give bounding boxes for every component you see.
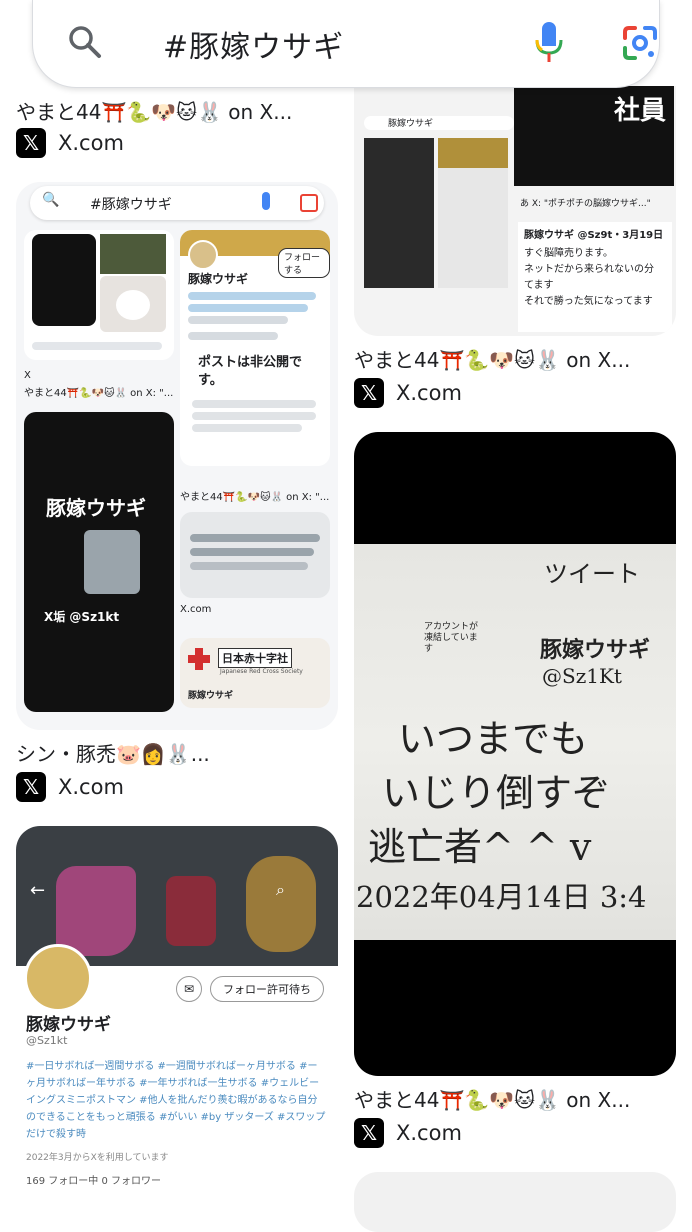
mini-tweet-line: すぐ脳障売ります。 xyxy=(524,248,613,259)
mini-tweet: 豚嫁ウサギ @Sz9t・3月19日 すぐ脳障売ります。 ネットだから来られないの… xyxy=(518,222,672,332)
back-arrow-icon: ← xyxy=(30,880,46,901)
mini-lens-icon xyxy=(300,194,318,212)
mini-search-icon: 🔍 xyxy=(42,192,60,208)
result-source[interactable]: 𝕏 X.com xyxy=(16,128,124,158)
photo-date: 2022年04月14日 3:4 xyxy=(356,880,647,914)
tweet-heading: ツイート xyxy=(544,560,640,588)
search-input[interactable]: #豚嫁ウサギ xyxy=(163,22,344,66)
mini-source-xcom: X.com xyxy=(180,604,212,615)
x-logo-icon: 𝕏 xyxy=(16,772,46,802)
result-caption[interactable]: やまと44⛩️🐍🐶🐱🐰 on X... xyxy=(354,344,676,373)
mini-tweet-line: ネットだから来られないの分 xyxy=(524,264,654,275)
follow-pending-button: フォロー許可待ち xyxy=(210,976,324,1002)
result-thumbnail[interactable] xyxy=(354,1172,676,1232)
mini-post-panel xyxy=(438,138,508,288)
result-source[interactable]: 𝕏 X.com xyxy=(354,1118,462,1148)
red-cross-sub: Japanese Red Cross Society xyxy=(220,668,303,675)
mini-thumb-redcross: 日本赤十字社 Japanese Red Cross Society 豚嫁ウサギ xyxy=(180,638,330,708)
mini-big-shirt: 豚嫁ウサギ X垢 @Sz1kt xyxy=(24,412,174,712)
mini-thumb-profile: フォローする 豚嫁ウサギ ポストは非公開です。 xyxy=(180,230,330,466)
result-caption[interactable]: やまと44⛩️🐍🐶🐱🐰 on X... xyxy=(354,1084,676,1113)
mini-tweet-line: それで勝った気になってます xyxy=(524,296,653,307)
result-thumbnail[interactable]: 豚嫁ウサギ 社員 あ X: "ポチポチの脳嫁ウサギ..." 豚嫁ウサギ @Sz9… xyxy=(354,86,676,336)
profile-joined: 2022年3月からXを利用しています xyxy=(26,1153,169,1163)
x-logo-icon: 𝕏 xyxy=(354,1118,384,1148)
profile-handle: @Sz1kt xyxy=(26,1034,68,1047)
mini-profile-name: 豚嫁ウサギ xyxy=(188,272,249,286)
mini-posts-private: ポストは非公開です。 xyxy=(198,355,303,388)
result-source[interactable]: 𝕏 X.com xyxy=(354,378,462,408)
mini-profile-footer: 豚嫁ウサギ xyxy=(188,691,234,701)
printout-photo: ツイート アカウントが凍結しています 豚嫁ウサギ @Sz1Kt いつまでも いじ… xyxy=(354,544,676,940)
mini-newspaper xyxy=(364,138,434,288)
mini-black-poster: 社員 xyxy=(514,86,674,186)
mini-caption-a: やまと44⛩️🐍🐶🐱🐰 on X: "... xyxy=(24,388,174,399)
x-logo-icon: 𝕏 xyxy=(16,128,46,158)
mini-search-query: #豚嫁ウサギ xyxy=(90,197,172,213)
photo-profile-handle: @Sz1Kt xyxy=(542,664,622,688)
red-cross-label: 日本赤十字社 xyxy=(218,648,292,668)
mini-photo xyxy=(100,234,166,274)
search-bar[interactable]: #豚嫁ウサギ xyxy=(32,0,660,88)
profile-stats: 169 フォロー中 0 フォロワー xyxy=(26,1176,161,1187)
mini-post-caption: あ X: "ポチポチの脳嫁ウサギ..." xyxy=(520,199,651,209)
mini-thumb-shirt-rabbit xyxy=(24,230,174,360)
mini-rabbit-photo xyxy=(100,276,166,332)
photo-line-2: いじり倒すぞ xyxy=(382,771,611,815)
source-name: X.com xyxy=(58,775,124,799)
header-search-icon: ⌕ xyxy=(276,880,285,899)
shirt-title: 豚嫁ウサギ xyxy=(46,496,146,520)
mini-search-bar: 豚嫁ウサギ xyxy=(364,116,514,130)
mini-follow-button: フォローする xyxy=(278,248,330,278)
photo-profile-name: 豚嫁ウサギ xyxy=(540,637,651,663)
mini-tweet-line: てます xyxy=(524,280,554,291)
result-caption[interactable]: シン・豚禿🐷👩🐰... xyxy=(16,738,334,767)
microphone-icon[interactable] xyxy=(533,20,565,64)
search-icon[interactable] xyxy=(67,24,103,60)
message-icon: ✉ xyxy=(176,976,202,1002)
profile-name: 豚嫁ウサギ xyxy=(26,1015,111,1035)
account-suspended-note: アカウントが凍結しています xyxy=(424,622,479,654)
source-name: X.com xyxy=(396,381,462,405)
result-caption[interactable]: やまと44⛩️🐍🐶🐱🐰 on X... xyxy=(16,96,334,125)
x-logo-icon: 𝕏 xyxy=(354,378,384,408)
mini-thumb-post xyxy=(180,512,330,598)
shirt-photo xyxy=(84,530,140,594)
result-thumbnail[interactable]: ← ⌕ ✉ フォロー許可待ち 豚嫁ウサギ @Sz1kt #一日サボれば一週間サボ… xyxy=(16,826,338,1196)
profile-bio: #一日サボれば一週間サボる #一週間サボればーヶ月サボる #ーヶ月サボればー年サ… xyxy=(26,1061,326,1140)
mini-tweet-author: 豚嫁ウサギ @Sz9t・3月19日 xyxy=(524,230,664,241)
google-lens-icon[interactable] xyxy=(621,24,659,62)
source-name: X.com xyxy=(396,1121,462,1145)
source-name: X.com xyxy=(58,131,124,155)
result-thumbnail[interactable]: 🔍 #豚嫁ウサギ フォローする 豚嫁ウサギ ポストは非公開です。 X やまと44… xyxy=(16,182,338,730)
mini-mic-icon xyxy=(262,192,270,210)
shirt-handle: X垢 @Sz1kt xyxy=(44,610,120,624)
mini-caption-b: やまと44⛩️🐍🐶🐱🐰 on X: "... xyxy=(180,492,330,503)
photo-line-1: いつまでも xyxy=(398,717,589,761)
mini-search-bar: 🔍 #豚嫁ウサギ xyxy=(30,186,324,220)
result-thumbnail[interactable]: ツイート アカウントが凍結しています 豚嫁ウサギ @Sz1Kt いつまでも いじ… xyxy=(354,432,676,1076)
avatar xyxy=(24,944,92,1012)
mini-shirt xyxy=(32,234,96,326)
result-source[interactable]: 𝕏 X.com xyxy=(16,772,124,802)
mini-search-query: 豚嫁ウサギ xyxy=(388,119,434,129)
mini-source-x: X xyxy=(24,370,31,381)
photo-line-3: 逃亡者^ ^ v xyxy=(368,825,592,869)
